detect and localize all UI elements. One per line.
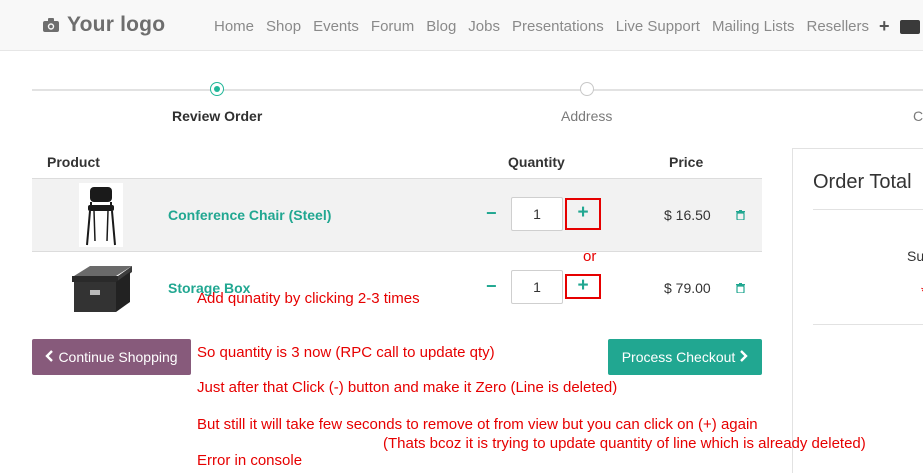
main-menu: Home Shop Events Forum Blog Jobs Present… [208, 16, 920, 37]
camera-icon [42, 17, 60, 33]
table-row: Conference Chair (Steel) − 1 + $ 16.50 [32, 178, 762, 251]
product-image-storage-box[interactable] [70, 262, 134, 314]
nav-events[interactable]: Events [307, 18, 365, 35]
nav-blog[interactable]: Blog [420, 18, 462, 35]
annotation-step-3: Just after that Click (-) button and mak… [197, 379, 618, 396]
edit-toggle-button[interactable] [899, 19, 920, 34]
nav-home[interactable]: Home [208, 18, 260, 35]
trash-icon[interactable] [736, 283, 745, 293]
process-checkout-button[interactable]: Process Checkout [608, 339, 762, 375]
annotation-step-2: So quantity is 3 now (RPC call to update… [197, 344, 495, 361]
add-menu-icon[interactable]: + [879, 16, 890, 37]
nav-live-support[interactable]: Live Support [610, 18, 706, 35]
nav-shop[interactable]: Shop [260, 18, 307, 35]
chair-image [79, 183, 123, 247]
annotation-step-6: Error in console [197, 452, 303, 469]
order-total-panel: Order Total Su * [792, 148, 923, 473]
panel-divider [813, 324, 923, 325]
step-address-dot [580, 82, 594, 96]
nav-presentations[interactable]: Presentations [506, 18, 610, 35]
trash-icon[interactable] [736, 210, 745, 220]
annotation-step-1: Add qunatity by clicking 2-3 times [197, 290, 420, 307]
increase-qty-button[interactable]: + [565, 274, 601, 299]
column-product: Product [47, 154, 100, 170]
quantity-input[interactable]: 1 [511, 197, 563, 231]
step-confirm-label: C [913, 108, 923, 124]
column-price: Price [669, 154, 704, 170]
logo[interactable]: Your logo [42, 13, 165, 37]
annotation-step-5: (Thats bcoz it is trying to update quant… [383, 435, 866, 452]
continue-shopping-button[interactable]: Continue Shopping [32, 339, 191, 375]
chevron-right-icon [739, 349, 748, 365]
step-address-label: Address [561, 108, 613, 124]
table-row: Storage Box − 1 + $ 79.00 [32, 251, 762, 324]
nav-jobs[interactable]: Jobs [462, 18, 506, 35]
step-review-order-label: Review Order [172, 108, 263, 124]
decrease-qty-button[interactable]: − [486, 203, 497, 224]
process-checkout-label: Process Checkout [621, 349, 736, 365]
quantity-input[interactable]: 1 [511, 270, 563, 304]
logo-text: Your logo [67, 13, 166, 36]
line-price: $ 16.50 [664, 207, 711, 223]
decrease-qty-button[interactable]: − [486, 276, 497, 297]
panel-divider [813, 209, 923, 210]
line-price: $ 79.00 [664, 280, 711, 296]
increase-qty-button[interactable]: + [565, 198, 601, 230]
product-image-chair[interactable] [79, 183, 123, 247]
annotation-or: or [583, 248, 597, 265]
storage-box-image [72, 266, 132, 312]
nav-resellers[interactable]: Resellers [800, 18, 875, 35]
chevron-left-icon [45, 349, 54, 365]
order-total-title: Order Total [813, 171, 912, 193]
continue-shopping-label: Continue Shopping [58, 349, 178, 365]
column-quantity: Quantity [508, 154, 565, 170]
nav-mailing-lists[interactable]: Mailing Lists [706, 18, 801, 35]
checkout-progress-line [32, 89, 923, 91]
nav-forum[interactable]: Forum [365, 18, 420, 35]
subtotal-label: Su [907, 248, 923, 264]
top-navbar: Your logo Home Shop Events Forum Blog Jo… [0, 0, 923, 51]
step-review-order-dot [210, 82, 224, 96]
annotation-step-4: But still it will take few seconds to re… [197, 416, 758, 433]
product-name-link[interactable]: Conference Chair (Steel) [168, 207, 331, 223]
